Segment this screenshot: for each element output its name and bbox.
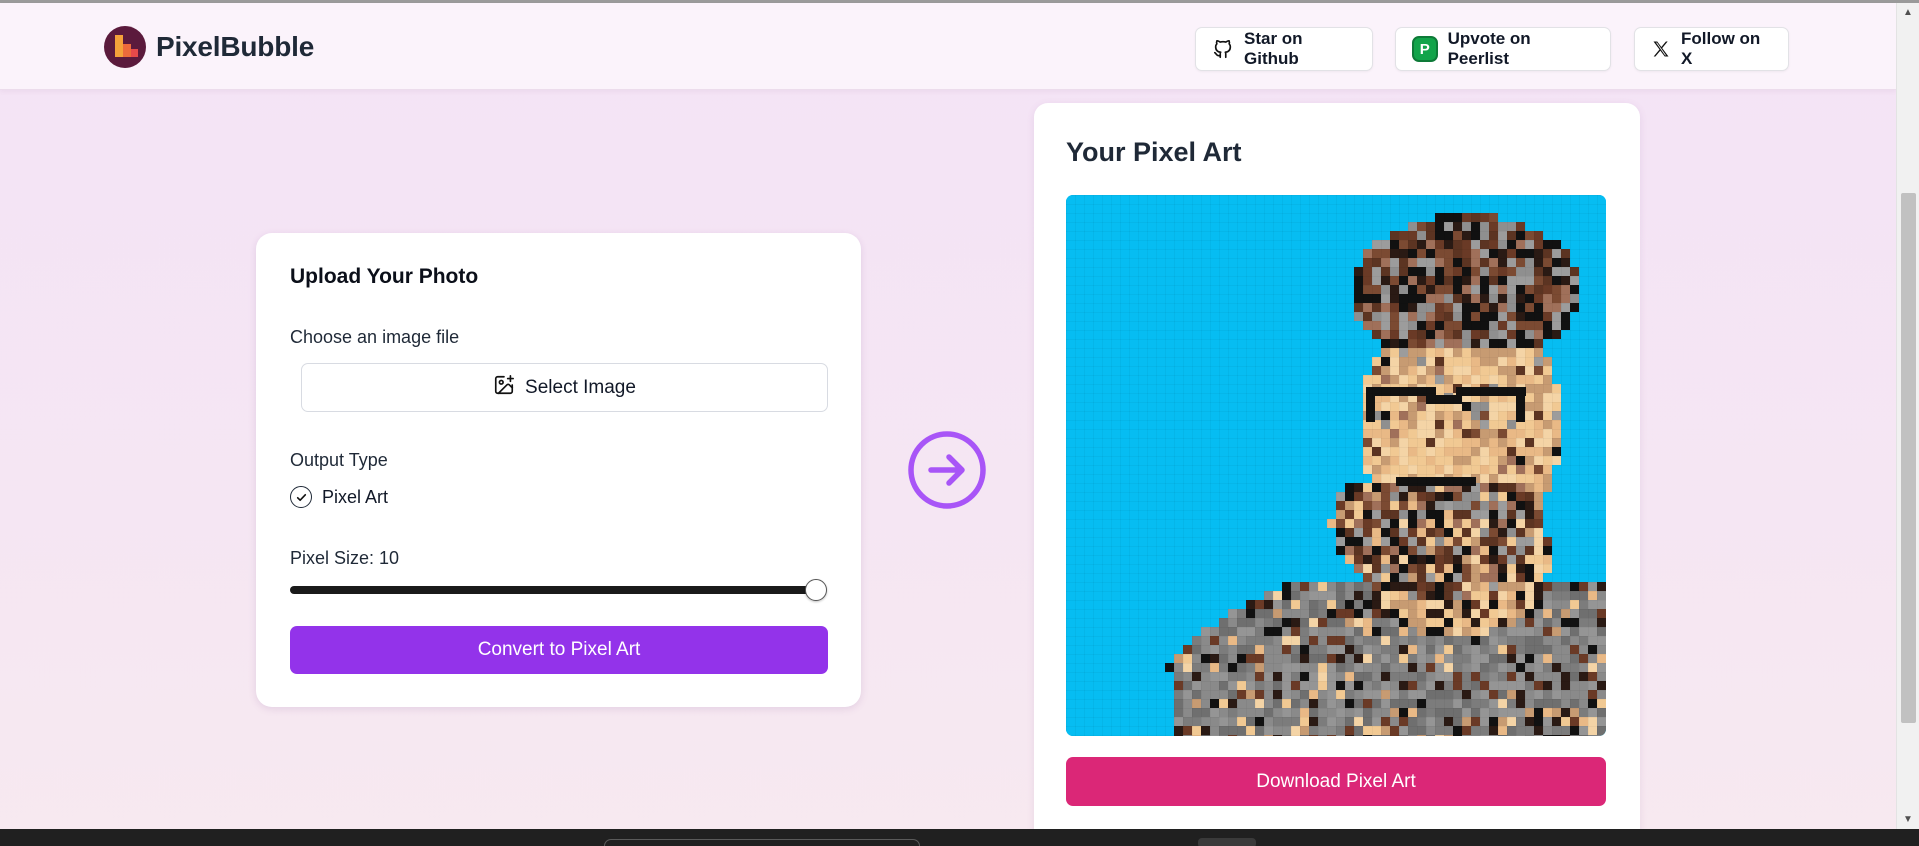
vertical-scrollbar[interactable]: ▲ ▼ (1896, 3, 1919, 829)
peerlist-button-label: Upvote on Peerlist (1447, 29, 1531, 68)
brand-name: PixelBubble (156, 31, 315, 62)
image-plus-icon (493, 374, 515, 402)
pixelbubble-logo-icon (104, 26, 146, 68)
scroll-down-icon[interactable]: ▼ (1903, 814, 1913, 825)
pixel-art-image (1066, 195, 1606, 736)
result-title: Your Pixel Art (1066, 137, 1242, 167)
follow-on-x-button[interactable]: Follow on X (1634, 27, 1789, 71)
arrow-right-circle-icon (907, 430, 987, 510)
brand[interactable]: PixelBubble (104, 26, 314, 68)
select-image-button[interactable]: Select Image (301, 363, 828, 412)
output-option-label: Pixel Art (322, 486, 389, 507)
x-logo-icon (1651, 39, 1671, 59)
download-pixel-art-button[interactable]: Download Pixel Art (1066, 757, 1606, 806)
output-type-label: Output Type (290, 450, 388, 470)
scroll-up-icon[interactable]: ▲ (1903, 7, 1913, 18)
check-circle-icon (290, 486, 312, 508)
select-image-label: Select Image (525, 376, 636, 398)
scrollbar-thumb[interactable] (1901, 193, 1916, 723)
x-button-label: Follow on X (1681, 29, 1761, 68)
upload-card-title: Upload Your Photo (290, 265, 479, 288)
taskbar-search[interactable] (604, 839, 920, 846)
pixel-art-preview (1066, 195, 1606, 736)
star-on-github-button[interactable]: Star on Github (1195, 27, 1373, 71)
site-header: PixelBubble Star on Github P Upvote on P… (0, 3, 1896, 90)
peerlist-icon: P (1412, 36, 1438, 62)
pixel-size-slider[interactable] (290, 586, 820, 594)
upload-card: Upload Your Photo Choose an image file S… (256, 233, 861, 707)
taskbar-app-icon[interactable] (1198, 838, 1256, 846)
output-option-pixel-art[interactable]: Pixel Art (290, 486, 388, 508)
result-card: Your Pixel Art Download Pixel Art (1034, 103, 1640, 846)
upvote-on-peerlist-button[interactable]: P Upvote on Peerlist (1395, 27, 1611, 71)
convert-to-pixel-art-button[interactable]: Convert to Pixel Art (290, 626, 828, 674)
github-icon (1212, 38, 1234, 60)
pixel-size-slider-thumb[interactable] (805, 579, 827, 601)
github-button-label: Star on Github (1244, 29, 1303, 68)
taskbar (0, 829, 1919, 846)
file-label: Choose an image file (290, 327, 460, 347)
pixel-size-label: Pixel Size: 10 (290, 548, 400, 568)
